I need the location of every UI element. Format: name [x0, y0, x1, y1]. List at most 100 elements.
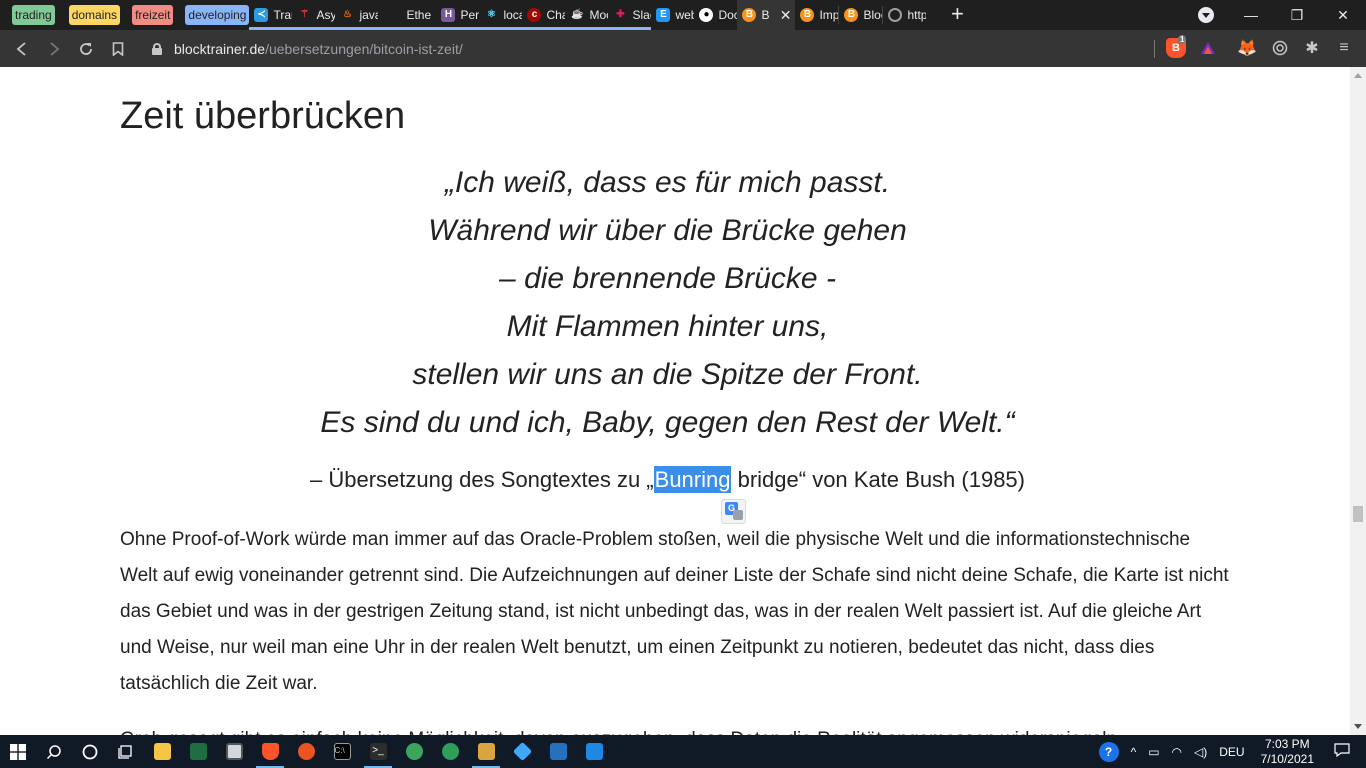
back-arrow-icon [16, 41, 26, 56]
tab-ethereum[interactable]: Ethe [378, 0, 437, 30]
tab-strip: trading domains freizeit developing ≺ Tra… [0, 0, 1366, 30]
chrome-app-icon[interactable] [396, 735, 432, 768]
windows-icon [10, 743, 26, 760]
volume-icon[interactable]: ◁) [1194, 745, 1207, 759]
section-heading: Zeit überbrücken [120, 95, 406, 137]
tab-chai[interactable]: cChai [522, 0, 566, 30]
reload-icon [80, 42, 92, 55]
tab-persistence[interactable]: HPers [436, 0, 480, 30]
help-icon[interactable]: ? [1098, 741, 1119, 762]
battery-icon[interactable]: ▭ [1148, 745, 1159, 759]
tab-web[interactable]: Eweb [651, 0, 694, 30]
language-indicator[interactable]: DEU [1219, 745, 1244, 759]
brave-shield-icon[interactable]: B1 [1166, 35, 1187, 58]
search-icon[interactable] [36, 735, 72, 768]
brave-browser-taskbar-icon[interactable] [252, 735, 288, 768]
scroll-down-icon[interactable] [1354, 724, 1362, 729]
tab-mocha[interactable]: ☕Moc [565, 0, 609, 30]
address-bar[interactable]: blocktrainer.de/uebersetzungen/bitcoin-i… [140, 34, 1153, 63]
cortana-icon[interactable] [72, 735, 108, 768]
quote-line: – die brennende Brücke - [499, 262, 836, 295]
tab-slack[interactable]: ✚Slack [608, 0, 652, 30]
metamask-icon[interactable]: 🦊 [1237, 38, 1257, 58]
bookmark-button[interactable] [102, 33, 134, 65]
windows-taskbar: C:\ >_ ? ^ ▭ ◠ ◁) DEU 7:03 PM 7/10/2021 [0, 735, 1366, 768]
quote-line: Während wir über die Brücke gehen [428, 214, 907, 247]
vscode-icon: ≺ [254, 8, 269, 22]
clock-time: 7:03 PM [1264, 736, 1310, 751]
file-explorer-icon[interactable] [144, 735, 180, 768]
tab-block[interactable]: BBlock [839, 0, 882, 30]
task-view-icon[interactable] [108, 735, 144, 768]
reload-button[interactable] [70, 33, 102, 65]
slack-icon: ✚ [616, 9, 625, 20]
chevron-up-icon[interactable]: ^ [1131, 745, 1137, 759]
article-paragraph: Ohne Proof-of-Work würde man immer auf d… [120, 529, 1229, 694]
tab-http[interactable]: http [883, 0, 926, 30]
scrollbar-thumb[interactable] [1353, 506, 1363, 522]
package-app-icon[interactable] [468, 735, 504, 768]
wifi-icon[interactable]: ◠ [1172, 745, 1182, 759]
browser-toolbar: blocktrainer.de/uebersetzungen/bitcoin-i… [0, 30, 1366, 67]
lock-icon[interactable] [152, 42, 162, 55]
chart-app-icon[interactable] [576, 735, 612, 768]
spreadsheet-app-icon[interactable] [180, 735, 216, 768]
quote-line: Es sind du und ich, Baby, gegen den Rest… [320, 406, 1015, 439]
github-icon: ● [699, 8, 714, 22]
terminal-app-icon[interactable] [216, 735, 252, 768]
tab-trans[interactable]: ≺Trans [249, 0, 293, 30]
java-icon: ♨ [342, 9, 352, 20]
tab-group-developing[interactable]: developing [185, 5, 250, 25]
git-kraken-icon[interactable] [504, 735, 540, 768]
new-tab-button[interactable]: + [942, 0, 972, 30]
close-window-button[interactable]: ✕ [1320, 0, 1366, 30]
extensions-puzzle-icon[interactable]: ✱ [1302, 38, 1322, 58]
tab-impressum[interactable]: B Imp [795, 0, 838, 30]
minimize-button[interactable]: — [1228, 0, 1274, 30]
extension-target-icon[interactable] [1270, 38, 1290, 58]
url-host: blocktrainer.de [174, 40, 266, 57]
tab-group-freizeit[interactable]: freizeit [132, 5, 174, 25]
forward-button[interactable] [38, 33, 70, 65]
quote-line: Mit Flammen hinter uns, [506, 310, 829, 343]
chrome-app-2-icon[interactable] [432, 735, 468, 768]
forward-arrow-icon [50, 41, 60, 56]
close-tab-icon[interactable]: ✕ [780, 7, 792, 24]
tab-bitcoin-active[interactable]: B B ✕ [737, 0, 796, 30]
tab-javascript[interactable]: ♨javas [335, 0, 379, 30]
notification-icon[interactable] [1334, 743, 1350, 760]
chai-icon: c [527, 8, 542, 22]
tab-docs[interactable]: ●Docu [694, 0, 737, 30]
brave-badge: 1 [1178, 35, 1187, 44]
powershell-icon[interactable] [540, 735, 576, 768]
ubuntu-icon[interactable] [288, 735, 324, 768]
start-button[interactable] [0, 735, 36, 768]
scroll-up-icon[interactable] [1354, 73, 1362, 78]
tab-group-domains[interactable]: domains [68, 5, 121, 25]
selected-text[interactable]: Bunring [653, 466, 732, 493]
bitcoin-icon: B [844, 8, 859, 22]
browser-menu-icon[interactable]: ≡ [1334, 38, 1354, 58]
tab-async[interactable]: ⚚Asyn [292, 0, 336, 30]
web-icon: E [656, 8, 671, 22]
tab-group-trading[interactable]: trading [12, 5, 55, 25]
tab-search-icon[interactable] [1198, 7, 1214, 23]
react-icon: ⚛ [486, 9, 496, 20]
restore-button[interactable]: ❐ [1274, 0, 1320, 30]
brave-rewards-icon[interactable] [1198, 38, 1218, 58]
url-path: /uebersetzungen/bitcoin-ist-zeit/ [265, 40, 463, 57]
clock-date: 7/10/2021 [1260, 751, 1314, 766]
back-button[interactable] [6, 33, 38, 65]
quote-citation: – Übersetzung des Songtextes zu „Bunring… [309, 466, 1025, 493]
windows-terminal-icon[interactable]: >_ [360, 735, 396, 768]
tab-localhost[interactable]: ⚛local [479, 0, 523, 30]
google-translate-icon[interactable] [721, 499, 746, 524]
system-tray: ? ^ ▭ ◠ ◁) DEU 7:03 PM 7/10/2021 [1093, 735, 1366, 768]
command-prompt-icon[interactable]: C:\ [324, 735, 360, 768]
quote-line: „Ich weiß, dass es für mich passt. [444, 166, 891, 199]
toolbar-divider [1154, 40, 1155, 58]
bookmark-icon [112, 41, 124, 56]
clock[interactable]: 7:03 PM 7/10/2021 [1261, 737, 1314, 767]
article-paragraph-partial: Grob gesagt gibt es einfach keine Möglic… [120, 722, 1230, 735]
page-scrollbar[interactable] [1350, 67, 1366, 735]
